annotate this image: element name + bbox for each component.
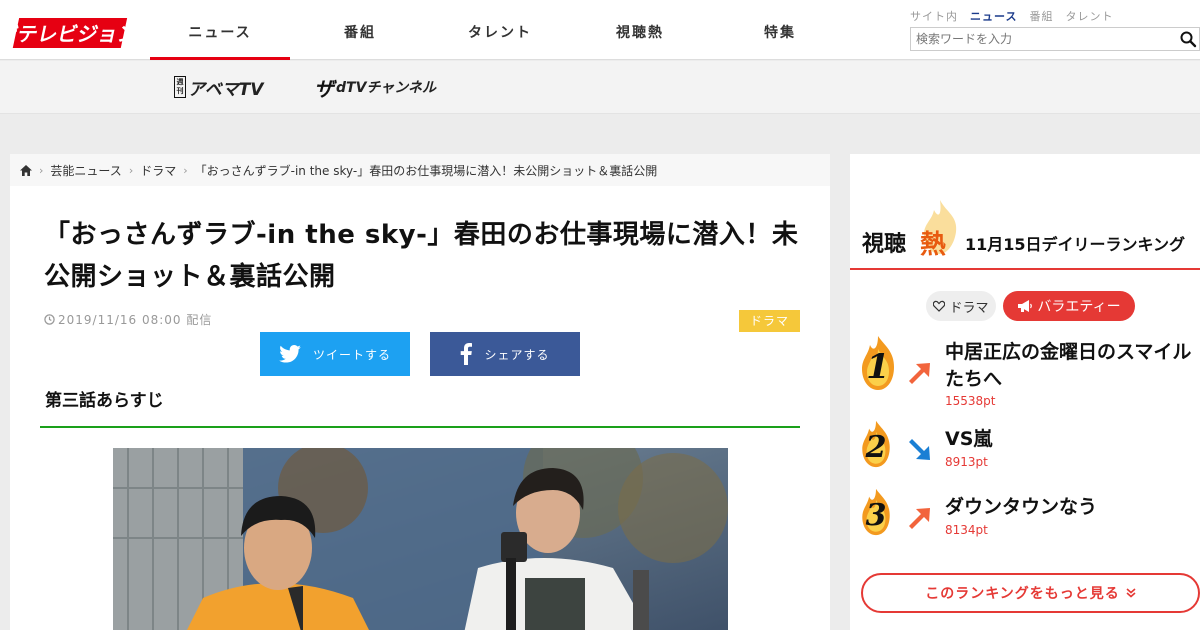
ranking-title-prefix: 視聴	[862, 232, 907, 257]
abema-tv-link[interactable]: 週刊 アベマTV	[174, 72, 263, 102]
search-box	[910, 27, 1200, 51]
article-title: 「おっさんずラブ-in the sky-」春田のお仕事現場に潜入！未公開ショット…	[44, 220, 799, 292]
ranking-sidebar: 視聴 熱 11月15日デイリーランキング ドラマ バラエティー 1 中居正広の金…	[850, 154, 1200, 630]
breadcrumb-separator: ›	[128, 163, 134, 177]
publish-date-text: 2019/11/16 08:00 配信	[58, 313, 213, 327]
site-header: ザテレビジョン ニュース 番組 タレント 視聴熱 特集 サイト内 ニュース 番組…	[0, 0, 1200, 60]
article-photo[interactable]	[113, 448, 728, 630]
nav-item-features[interactable]: 特集	[710, 0, 850, 60]
partner-nav: 週刊 アベマTV ザ dTVチャンネル	[0, 61, 1200, 114]
tweet-button[interactable]: ツイートする	[260, 332, 410, 376]
site-logo[interactable]: ザテレビジョン	[10, 14, 128, 52]
rank-program-name[interactable]: VS嵐	[945, 426, 1200, 453]
main-nav: ニュース 番組 タレント 視聴熱 特集	[150, 0, 850, 60]
category-tag[interactable]: ドラマ	[739, 310, 800, 332]
trend-up-icon	[909, 363, 930, 384]
tweet-label: ツイートする	[312, 347, 391, 362]
ranking-title-mark: 熱	[920, 230, 947, 260]
svg-text:ザテレビジョン: ザテレビジョン	[10, 22, 128, 46]
ranking-item[interactable]: 1 中居正広の金曜日のスマイルたちへ 15538pt	[860, 336, 1200, 409]
home-icon[interactable]	[20, 164, 32, 176]
heart-icon	[933, 300, 946, 312]
filter-variety-tab[interactable]: バラエティー	[1003, 291, 1135, 321]
filter-drama-tab[interactable]: ドラマ	[926, 291, 996, 321]
nav-item-programs[interactable]: 番組	[290, 0, 430, 60]
breadcrumb-entertainment-news[interactable]: 芸能ニュース	[50, 162, 121, 179]
search-scope-tabs: サイト内 ニュース 番組 タレント	[910, 8, 1113, 24]
search-input[interactable]	[911, 28, 1171, 50]
article: › 芸能ニュース › ドラマ › 「おっさんずラブ-in the sky-」春田…	[10, 154, 830, 630]
more-ranking-button[interactable]: このランキングをもっと見る	[861, 573, 1200, 613]
breadcrumb-drama[interactable]: ドラマ	[140, 162, 176, 179]
dtv-channel-label: dTVチャンネル	[336, 80, 436, 96]
search-tab-talent[interactable]: タレント	[1065, 8, 1113, 24]
dtv-logo-mark: ザ	[314, 76, 334, 101]
publish-date: 2019/11/16 08:00 配信	[44, 311, 212, 328]
share-label: シェアする	[484, 347, 550, 362]
search-tab-site[interactable]: サイト内	[910, 8, 958, 24]
rank-number: 1	[866, 347, 890, 387]
nav-item-shichonetsu[interactable]: 視聴熱	[570, 0, 710, 60]
megaphone-icon	[1018, 300, 1033, 312]
ranking-item[interactable]: 3 ダウンタウンなう 8134pt	[860, 488, 1200, 544]
search-tab-news[interactable]: ニュース	[970, 8, 1017, 24]
nav-item-news[interactable]: ニュース	[150, 0, 290, 60]
more-ranking-label: このランキングをもっと見る	[925, 586, 1120, 602]
rank-points: 8134pt	[945, 523, 988, 537]
rank-program-name[interactable]: ダウンタウンなう	[945, 494, 1200, 521]
drama-scene-image	[113, 448, 728, 630]
facebook-icon	[461, 343, 473, 365]
facebook-share-button[interactable]: シェアする	[430, 332, 580, 376]
dtv-channel-link[interactable]: ザ dTVチャンネル	[314, 72, 436, 102]
breadcrumb-separator: ›	[39, 163, 44, 177]
filter-variety-label: バラエティー	[1037, 299, 1121, 315]
filter-drama-label: ドラマ	[949, 300, 989, 316]
rank-points: 8913pt	[945, 455, 988, 469]
breadcrumb-separator: ›	[183, 163, 188, 177]
nav-item-talent[interactable]: タレント	[430, 0, 570, 60]
clock-icon	[44, 314, 55, 325]
search-icon[interactable]	[1179, 30, 1197, 48]
abema-weekly-badge: 週刊	[174, 76, 186, 98]
rank-points: 15538pt	[945, 394, 996, 408]
rank-program-name[interactable]: 中居正広の金曜日のスマイルたちへ	[945, 339, 1200, 393]
section-heading: 第三話あらすじ	[40, 380, 800, 428]
ranking-item[interactable]: 2 VS嵐 8913pt	[860, 420, 1200, 476]
breadcrumb-current: 「おっさんずラブ-in the sky-」春田のお仕事現場に潜入！未公開ショット…	[194, 163, 658, 178]
abema-tv-label: アベマTV	[188, 79, 264, 100]
breadcrumb: › 芸能ニュース › ドラマ › 「おっさんずラブ-in the sky-」春田…	[10, 154, 830, 186]
trend-up-icon	[909, 508, 930, 529]
search-tab-programs[interactable]: 番組	[1029, 8, 1053, 24]
rank-number: 2	[865, 430, 887, 465]
trend-down-icon	[909, 439, 930, 460]
double-chevron-down-icon	[1126, 588, 1136, 598]
ranking-title-daily: 11月15日デイリーランキング	[965, 235, 1186, 254]
ranking-header: 視聴 熱 11月15日デイリーランキング	[850, 194, 1200, 270]
rank-number: 3	[865, 498, 887, 533]
twitter-bird-icon	[279, 345, 301, 363]
